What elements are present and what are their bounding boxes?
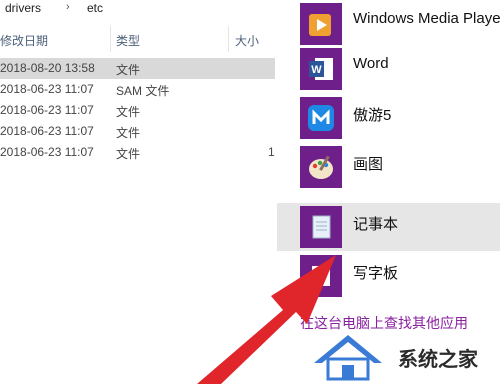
file-date: 2018-08-20 13:58 [0,61,95,75]
app-item[interactable]: W Word [277,45,500,93]
column-header-size[interactable]: 大小 [235,32,259,49]
app-label: Windows Media Player [353,10,500,27]
file-type: 文件 [116,126,141,140]
notepad-icon [300,206,342,248]
file-date: 2018-06-23 11:07 [0,82,94,96]
media-player-icon [300,3,342,45]
column-divider[interactable] [110,26,111,52]
file-type: 文件 [116,105,141,119]
breadcrumb: drivers › etc [0,0,275,18]
file-row[interactable]: 2018-06-23 11:07 SAM 文件 [0,79,275,100]
house-logo-icon [314,335,382,381]
file-date: 2018-06-23 11:07 [0,145,94,159]
file-explorer-pane: drivers › etc 修改日期 类型 大小 2018-08-20 13:5… [0,0,275,384]
watermark: 系统之家 [308,323,500,384]
column-header-type[interactable]: 类型 [116,32,140,49]
paint-icon [300,146,342,188]
column-divider[interactable] [228,26,229,52]
column-headers: 修改日期 类型 大小 [0,28,275,52]
app-item[interactable]: 画图 [277,143,500,191]
breadcrumb-item-drivers[interactable]: drivers [5,1,41,15]
word-icon: W [300,48,342,90]
app-label: 画图 [353,156,384,173]
app-item[interactable]: Windows Media Player [277,0,500,48]
watermark-text: 系统之家 [398,347,478,371]
app-label: 写字板 [353,265,399,282]
file-date: 2018-06-23 11:07 [0,103,94,117]
breadcrumb-item-etc[interactable]: etc [87,1,103,15]
svg-text:W: W [311,64,322,76]
file-type: 文件 [116,63,141,77]
app-label: 记事本 [353,216,399,233]
column-header-date[interactable]: 修改日期 [0,32,48,49]
file-row[interactable]: 2018-06-23 11:07 文件 [0,100,275,121]
file-row[interactable]: 2018-08-20 13:58 文件 [0,58,275,79]
breadcrumb-separator: › [66,1,70,13]
file-row[interactable]: 2018-06-23 11:07 文件 [0,121,275,142]
file-date: 2018-06-23 11:07 [0,124,94,138]
file-row[interactable]: 2018-06-23 11:07 文件 1 [0,142,275,163]
app-item[interactable]: 写字板 [277,252,500,300]
file-type: 文件 [116,147,141,161]
app-item[interactable]: 记事本 [277,203,500,251]
wordpad-icon [300,255,342,297]
app-item[interactable]: 傲游5 [277,94,500,142]
file-size: 1 [268,145,275,159]
app-label: 傲游5 [353,107,392,124]
maxthon-icon [300,97,342,139]
app-label: Word [353,55,389,72]
file-type: SAM 文件 [116,84,170,98]
file-list: 2018-08-20 13:58 文件 2018-06-23 11:07 SAM 文件… [0,58,275,163]
